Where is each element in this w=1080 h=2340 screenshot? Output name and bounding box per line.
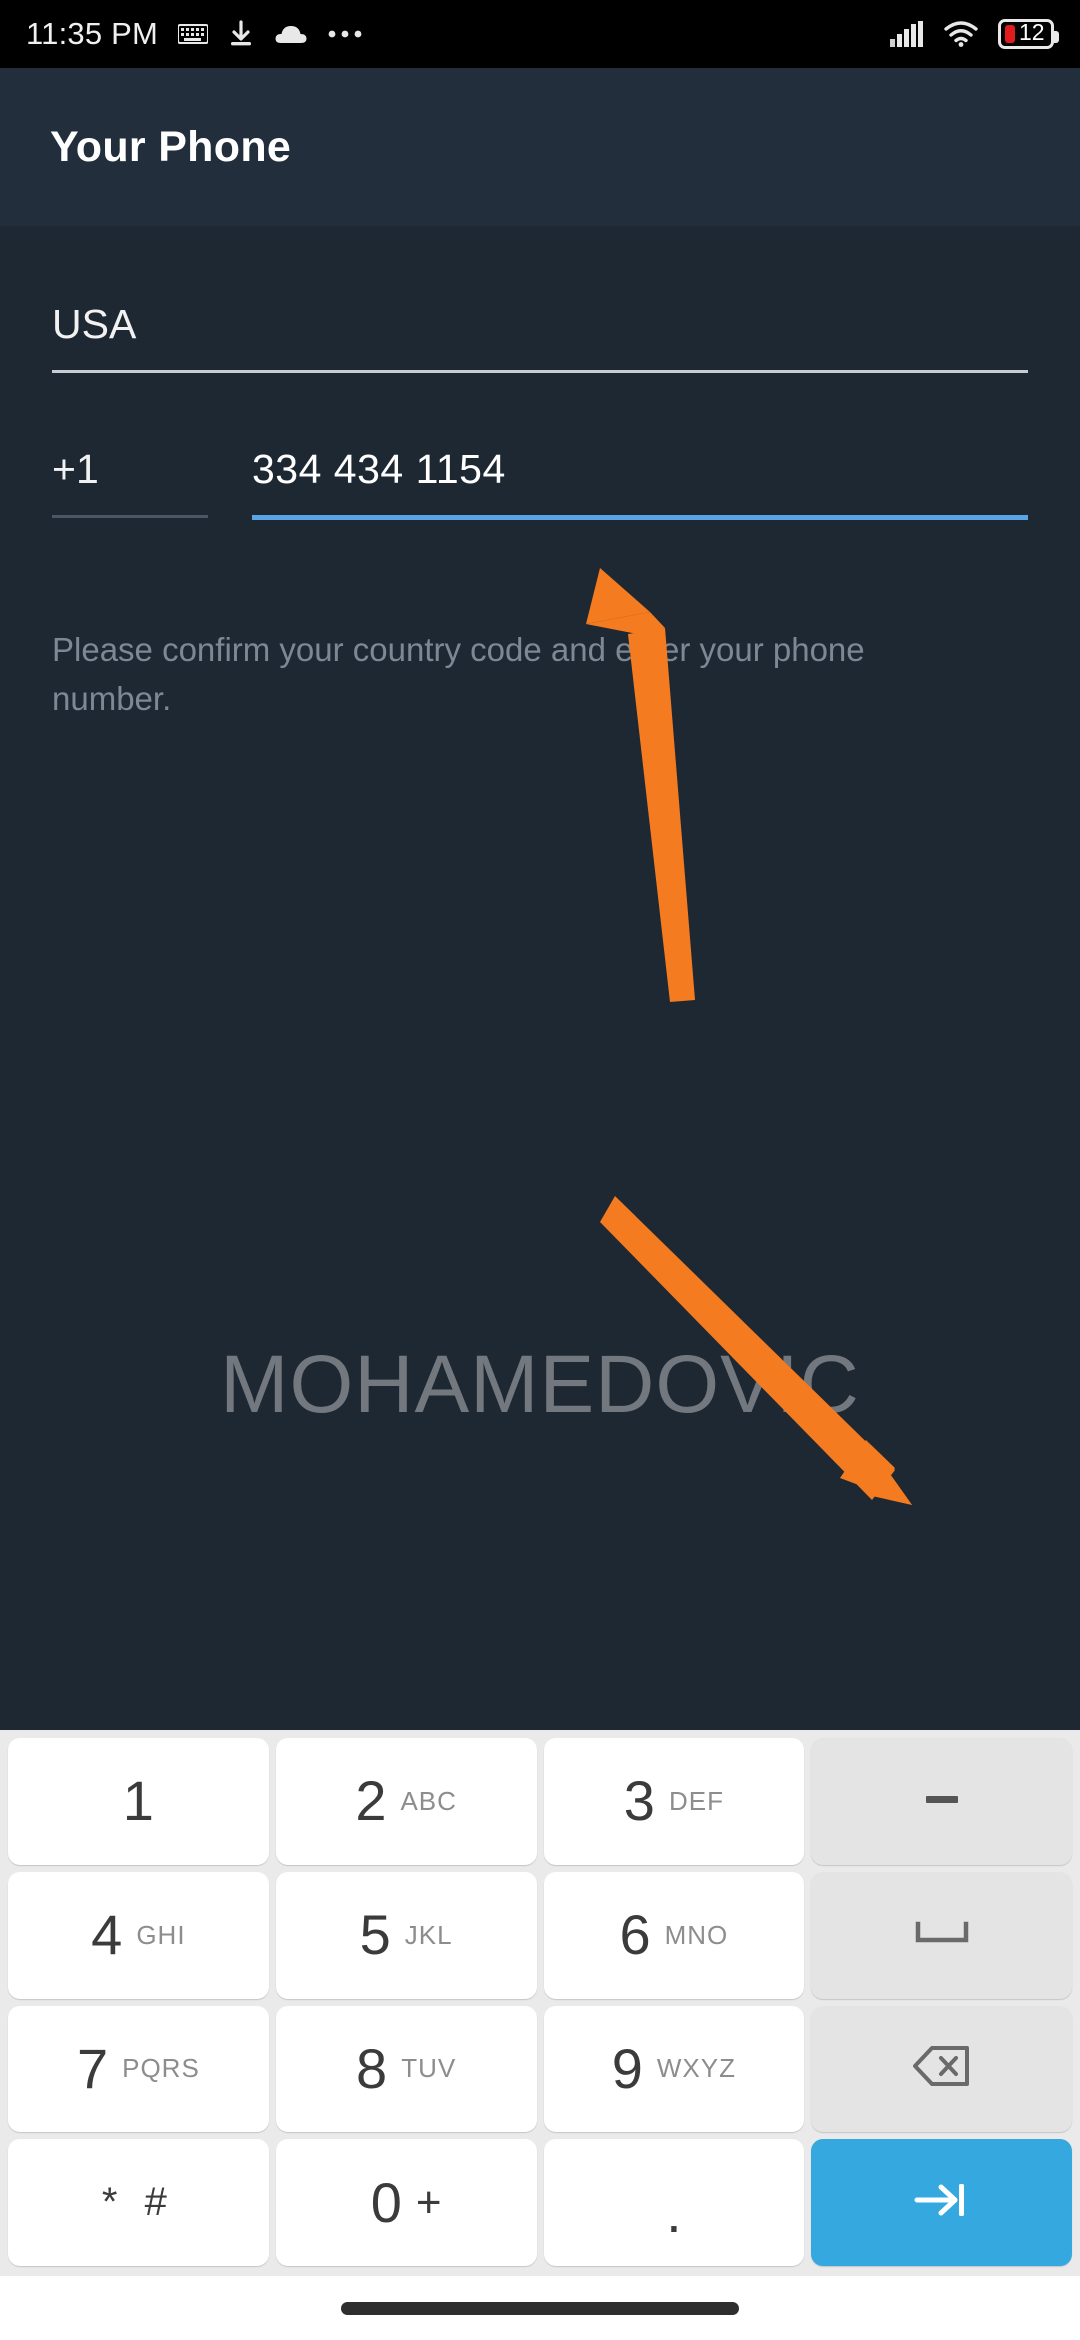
wifi-icon <box>944 21 978 47</box>
key-3[interactable]: 3 DEF <box>543 1738 805 1865</box>
key-8[interactable]: 8 TUV <box>275 2005 537 2133</box>
key-1[interactable]: 1 <box>8 1738 269 1865</box>
cloud-icon <box>274 22 308 46</box>
key-dash[interactable] <box>811 1738 1072 1865</box>
key-8-digit: 8 <box>356 2036 388 2100</box>
key-8-letters: TUV <box>401 2053 457 2084</box>
key-star-hash[interactable]: * # <box>8 2139 269 2266</box>
watermark-label: MOHAMEDOVIC <box>220 1339 860 1430</box>
numeric-keyboard[interactable]: 1 2 ABC 3 DEF 4 GHI 5 JKL 6 MNO 7 PQRS 8… <box>0 1730 1080 2276</box>
key-0[interactable]: 0 + <box>275 2139 537 2266</box>
keyboard-row-4: * # 0 + . <box>8 2139 1072 2266</box>
key-6[interactable]: 6 MNO <box>543 1871 805 1999</box>
key-7[interactable]: 7 PQRS <box>8 2005 269 2133</box>
key-4-letters: GHI <box>136 1919 186 1950</box>
key-6-digit: 6 <box>619 1903 651 1967</box>
download-icon <box>228 20 254 48</box>
country-value: USA <box>52 301 137 347</box>
key-1-digit: 1 <box>122 1769 154 1833</box>
helper-text: Please confirm your country code and ent… <box>52 631 865 717</box>
key-5[interactable]: 5 JKL <box>275 1871 537 1999</box>
key-star-hash-label: * # <box>101 2180 175 2225</box>
navigation-bar <box>0 2276 1080 2340</box>
battery-icon: 12 <box>998 19 1059 49</box>
country-code-value: +1 <box>52 446 99 492</box>
key-period-label: . <box>666 2180 682 2244</box>
phone-number-field[interactable]: 334 434 1154 <box>252 446 1028 520</box>
country-field[interactable]: USA <box>52 301 1028 373</box>
main-content: USA +1 334 434 1154 Please confirm your … <box>0 226 1080 1920</box>
keyboard-row-2: 4 GHI 5 JKL 6 MNO <box>8 1871 1072 1999</box>
dash-icon <box>922 1792 962 1810</box>
status-bar-left: 11:35 PM <box>26 16 362 52</box>
key-9[interactable]: 9 WXYZ <box>543 2005 805 2133</box>
key-enter[interactable] <box>811 2139 1072 2266</box>
key-space[interactable] <box>811 1871 1072 1999</box>
phone-number-underline <box>252 515 1028 520</box>
key-5-digit: 5 <box>359 1903 391 1967</box>
phone-screen: 11:35 PM 12 Your Phone USA +1 334 434 11… <box>0 0 1080 2340</box>
keyboard-row-1: 1 2 ABC 3 DEF <box>8 1738 1072 1865</box>
space-icon <box>913 1920 971 1951</box>
signal-icon <box>890 21 924 47</box>
key-backspace[interactable] <box>811 2005 1072 2133</box>
key-9-digit: 9 <box>611 2036 643 2100</box>
keyboard-row-3: 7 PQRS 8 TUV 9 WXYZ <box>8 2005 1072 2133</box>
country-code-field[interactable]: +1 <box>52 446 208 520</box>
page-title: Your Phone <box>50 122 292 171</box>
battery-percent-label: 12 <box>1019 19 1045 45</box>
key-2[interactable]: 2 ABC <box>275 1738 537 1865</box>
status-bar-right: 12 <box>890 19 1059 49</box>
key-6-letters: MNO <box>664 1919 729 1950</box>
tab-enter-icon <box>911 2178 973 2227</box>
keyboard-icon <box>178 23 208 45</box>
country-underline <box>52 370 1028 373</box>
country-code-underline <box>52 515 208 518</box>
more-dots-icon <box>328 29 362 39</box>
key-0-plus: + <box>415 2177 442 2227</box>
status-bar: 11:35 PM 12 <box>0 0 1080 68</box>
key-7-letters: PQRS <box>122 2053 200 2084</box>
key-5-letters: JKL <box>404 1919 453 1950</box>
status-bar-clock: 11:35 PM <box>26 16 158 51</box>
key-3-digit: 3 <box>623 1769 655 1833</box>
home-gesture-pill[interactable] <box>341 2301 739 2315</box>
key-2-digit: 2 <box>355 1769 387 1833</box>
backspace-icon <box>912 2044 972 2093</box>
phone-row: +1 334 434 1154 <box>52 446 1028 520</box>
key-3-letters: DEF <box>668 1785 724 1816</box>
app-bar: Your Phone <box>0 68 1080 226</box>
key-4[interactable]: 4 GHI <box>8 1871 269 1999</box>
key-7-digit: 7 <box>76 2036 109 2100</box>
phone-number-value: 334 434 1154 <box>252 446 506 492</box>
key-4-digit: 4 <box>91 1903 123 1967</box>
key-9-letters: WXYZ <box>656 2053 736 2084</box>
key-period[interactable]: . <box>543 2139 805 2266</box>
key-0-digit: 0 <box>370 2170 402 2234</box>
key-2-letters: ABC <box>400 1785 457 1816</box>
